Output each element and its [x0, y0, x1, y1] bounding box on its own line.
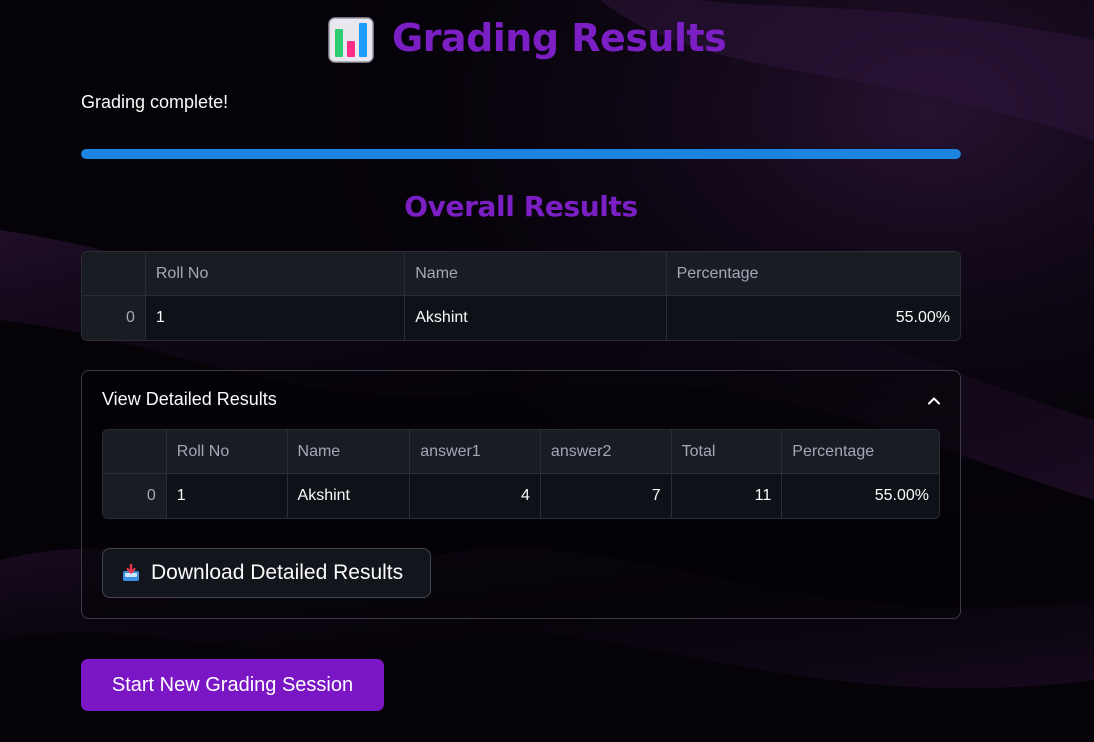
inbox-tray-icon: [123, 564, 139, 581]
table-header-row: Roll No Name Percentage: [82, 252, 960, 296]
expander-header[interactable]: View Detailed Results: [102, 389, 942, 415]
column-header-percentage[interactable]: Percentage: [666, 252, 960, 296]
progress-bar: [81, 149, 961, 159]
page-header: Grading Results: [81, 14, 961, 70]
chevron-up-icon[interactable]: [926, 393, 942, 409]
progress-bar-fill: [81, 149, 961, 159]
cell-percentage[interactable]: 55.00%: [782, 474, 939, 518]
page-title: Grading Results: [392, 16, 727, 60]
detailed-results-expander: View Detailed Results Roll No Name answe…: [81, 370, 961, 619]
table-header-row: Roll No Name answer1 answer2 Total Perce…: [103, 430, 939, 474]
overall-results-table[interactable]: Roll No Name Percentage 0 1 Akshint 55.0…: [81, 251, 961, 341]
cell-answer2[interactable]: 7: [541, 474, 672, 518]
download-detailed-results-button[interactable]: Download Detailed Results: [102, 548, 431, 598]
detailed-results-table[interactable]: Roll No Name answer1 answer2 Total Perce…: [102, 429, 940, 519]
column-header-percentage[interactable]: Percentage: [782, 430, 939, 474]
column-header-roll-no[interactable]: Roll No: [166, 430, 288, 474]
cell-percentage[interactable]: 55.00%: [667, 296, 960, 340]
cell-roll-no[interactable]: 1: [167, 474, 288, 518]
column-header-roll-no[interactable]: Roll No: [145, 252, 406, 296]
cell-name[interactable]: Akshint: [405, 296, 667, 340]
cell-answer1[interactable]: 4: [410, 474, 541, 518]
column-header-name[interactable]: Name: [405, 252, 667, 296]
expander-label: View Detailed Results: [102, 389, 277, 409]
column-header-index: [82, 252, 146, 296]
column-header-answer1[interactable]: answer1: [410, 430, 541, 474]
column-header-index: [103, 430, 167, 474]
status-message: Grading complete!: [81, 92, 229, 112]
table-row: 0 1 Akshint 4 7 11 55.00%: [103, 474, 939, 518]
cell-roll-no[interactable]: 1: [146, 296, 406, 340]
start-new-session-button[interactable]: Start New Grading Session: [81, 659, 384, 711]
column-header-name[interactable]: Name: [287, 430, 411, 474]
row-index: 0: [103, 474, 167, 518]
row-index: 0: [82, 296, 146, 340]
column-header-answer2[interactable]: answer2: [540, 430, 672, 474]
bar-chart-icon: [328, 17, 374, 63]
cell-total[interactable]: 11: [672, 474, 783, 518]
table-row: 0 1 Akshint 55.00%: [82, 296, 960, 340]
overall-results-heading: Overall Results: [404, 190, 638, 223]
cell-name[interactable]: Akshint: [288, 474, 411, 518]
download-button-label: Download Detailed Results: [151, 561, 404, 584]
column-header-total[interactable]: Total: [671, 430, 783, 474]
